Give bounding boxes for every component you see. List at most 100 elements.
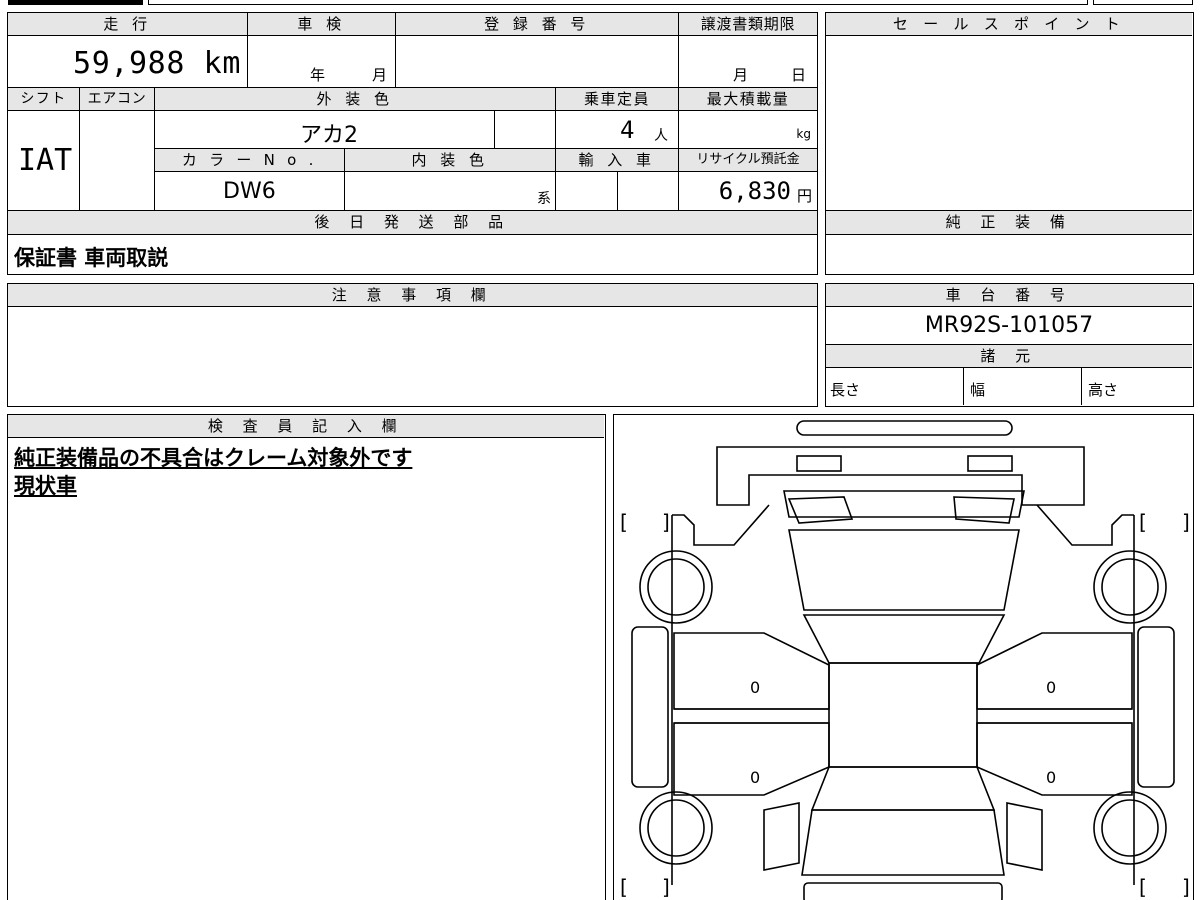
damage-mark-right-rear: 0 <box>1046 768 1057 787</box>
deadline-cell: 月 日 <box>679 36 817 88</box>
headlight-left <box>796 455 842 472</box>
later-parts-cell: 保証書 車両取説 <box>8 235 817 273</box>
genuine-equipment-header: 純 正 装 備 <box>826 211 1192 235</box>
interior-header: 内 装 色 <box>345 149 556 172</box>
b-pillar-line <box>674 708 1132 724</box>
bracket-rear-right-close: ] <box>1182 875 1190 899</box>
bracket-rear-right-open: [ <box>1139 875 1147 899</box>
inspection-month-label: 月 <box>372 66 388 84</box>
capacity-unit: 人 <box>654 128 668 144</box>
wheel-front-right <box>1093 550 1167 624</box>
inspector-header: 検 査 員 記 入 欄 <box>8 415 604 438</box>
registration-cell <box>396 36 679 88</box>
spec-width-label: 幅 <box>970 381 986 399</box>
mirror-right <box>953 496 1015 524</box>
headlight-right <box>967 455 1013 472</box>
bracket-front-left-close: ] <box>662 510 670 534</box>
mileage-header: 走 行 <box>8 13 248 36</box>
sales-point-panel: セ ー ル ス ポ イ ン ト 純 正 装 備 <box>825 12 1194 275</box>
rear-bumper <box>803 882 1003 900</box>
bracket-front-right-close: ] <box>1182 510 1190 534</box>
inspection-header: 車 検 <box>248 13 396 36</box>
inspector-note-line2: 現状車 <box>14 474 77 498</box>
shift-value: IAT <box>18 143 73 178</box>
mirror-left <box>787 496 854 524</box>
inspection-year-label: 年 <box>310 66 326 84</box>
inspector-panel: 検 査 員 記 入 欄 純正装備品の不具合はクレーム対象外です 現状車 <box>7 414 606 900</box>
door-front-left <box>673 632 830 710</box>
notes-panel: 注 意 事 項 欄 <box>7 283 818 407</box>
spec-height-cell: 高さ <box>1082 368 1192 405</box>
inspection-cell: 年 月 <box>248 36 396 88</box>
inspector-note-line1: 純正装備品の不具合はクレーム対象外です <box>14 446 413 470</box>
door-front-right <box>976 632 1133 710</box>
later-parts-header: 後 日 発 送 部 品 <box>8 211 817 235</box>
registration-header: 登 録 番 号 <box>396 13 679 36</box>
top-strip-frame-right <box>1093 0 1193 5</box>
roof-front <box>802 614 1006 664</box>
chassis-panel: 車 台 番 号 MR92S-101057 諸 元 長さ 幅 高さ <box>825 283 1194 407</box>
aircon-cell <box>80 111 155 211</box>
exterior-cell: アカ2 <box>155 111 495 149</box>
exterior-value: アカ2 <box>300 123 358 148</box>
wheel-front-left <box>639 550 713 624</box>
bracket-front-right-open: [ <box>1139 510 1147 534</box>
damage-mark-left-rear: 0 <box>750 768 761 787</box>
wheel-rear-right <box>1093 791 1167 865</box>
import-header: 輸 入 車 <box>556 149 679 172</box>
rocker-left <box>631 626 669 788</box>
chassis-header: 車 台 番 号 <box>826 284 1192 307</box>
windshield <box>788 529 1020 611</box>
sales-point-header: セ ー ル ス ポ イ ン ト <box>826 13 1192 36</box>
sales-point-body <box>826 36 1192 211</box>
roof <box>828 662 978 768</box>
front-hood <box>716 446 1085 506</box>
damage-mark-right-front: 0 <box>1046 678 1057 697</box>
deadline-month-label: 月 <box>733 66 749 84</box>
aircon-header: エアコン <box>80 88 155 111</box>
color-no-header: カ ラ ー N o . <box>155 149 345 172</box>
color-no-cell: DW6 <box>155 172 345 211</box>
car-diagram <box>631 420 1175 900</box>
deadline-day-label: 日 <box>791 66 807 84</box>
chassis-cell: MR92S-101057 <box>826 307 1192 345</box>
mileage-value: 59,988 km <box>73 46 241 81</box>
exterior-header: 外 装 色 <box>155 88 556 111</box>
cowl <box>783 490 1025 518</box>
specs-header: 諸 元 <box>826 345 1192 368</box>
top-strip-frame <box>148 0 1088 5</box>
max-load-header: 最大積載量 <box>679 88 817 111</box>
tail-right <box>1006 802 1043 871</box>
wheel-rear-left <box>639 791 713 865</box>
notes-header: 注 意 事 項 欄 <box>8 284 817 307</box>
damage-mark-left-front: 0 <box>750 678 761 697</box>
spec-length-label: 長さ <box>830 381 861 399</box>
recycle-unit: 円 <box>796 187 812 205</box>
exterior-extra-cell <box>495 111 556 149</box>
capacity-header: 乗車定員 <box>556 88 679 111</box>
capacity-cell: 4 人 <box>556 111 679 149</box>
rear-deck <box>801 809 1005 876</box>
top-strip <box>8 0 1193 6</box>
car-diagram-panel: [ ] [ ] [ ] [ ] 0 0 0 0 <box>613 414 1194 900</box>
later-parts-value: 保証書 車両取説 <box>14 246 169 270</box>
spec-width-cell: 幅 <box>964 368 1082 405</box>
mileage-cell: 59,988 km <box>8 36 248 88</box>
import-cell-b <box>618 172 679 211</box>
bracket-rear-left-open: [ <box>620 875 628 899</box>
max-load-unit: kg <box>796 127 811 141</box>
tail-left <box>763 802 800 871</box>
interior-suffix: 系 <box>537 191 551 207</box>
spec-length-cell: 長さ <box>826 368 964 405</box>
color-no-value: DW6 <box>223 179 276 204</box>
bracket-rear-left-close: ] <box>662 875 670 899</box>
bracket-front-left-open: [ <box>620 510 628 534</box>
capacity-value: 4 <box>620 116 635 144</box>
recycle-header: リサイクル預託金 <box>679 149 817 172</box>
genuine-equipment-body <box>826 235 1192 273</box>
shift-cell: IAT <box>8 111 80 211</box>
rocker-right <box>1137 626 1175 788</box>
recycle-cell: 6,830 円 <box>679 172 817 211</box>
shift-header: シフト <box>8 88 80 111</box>
interior-cell: 系 <box>345 172 556 211</box>
